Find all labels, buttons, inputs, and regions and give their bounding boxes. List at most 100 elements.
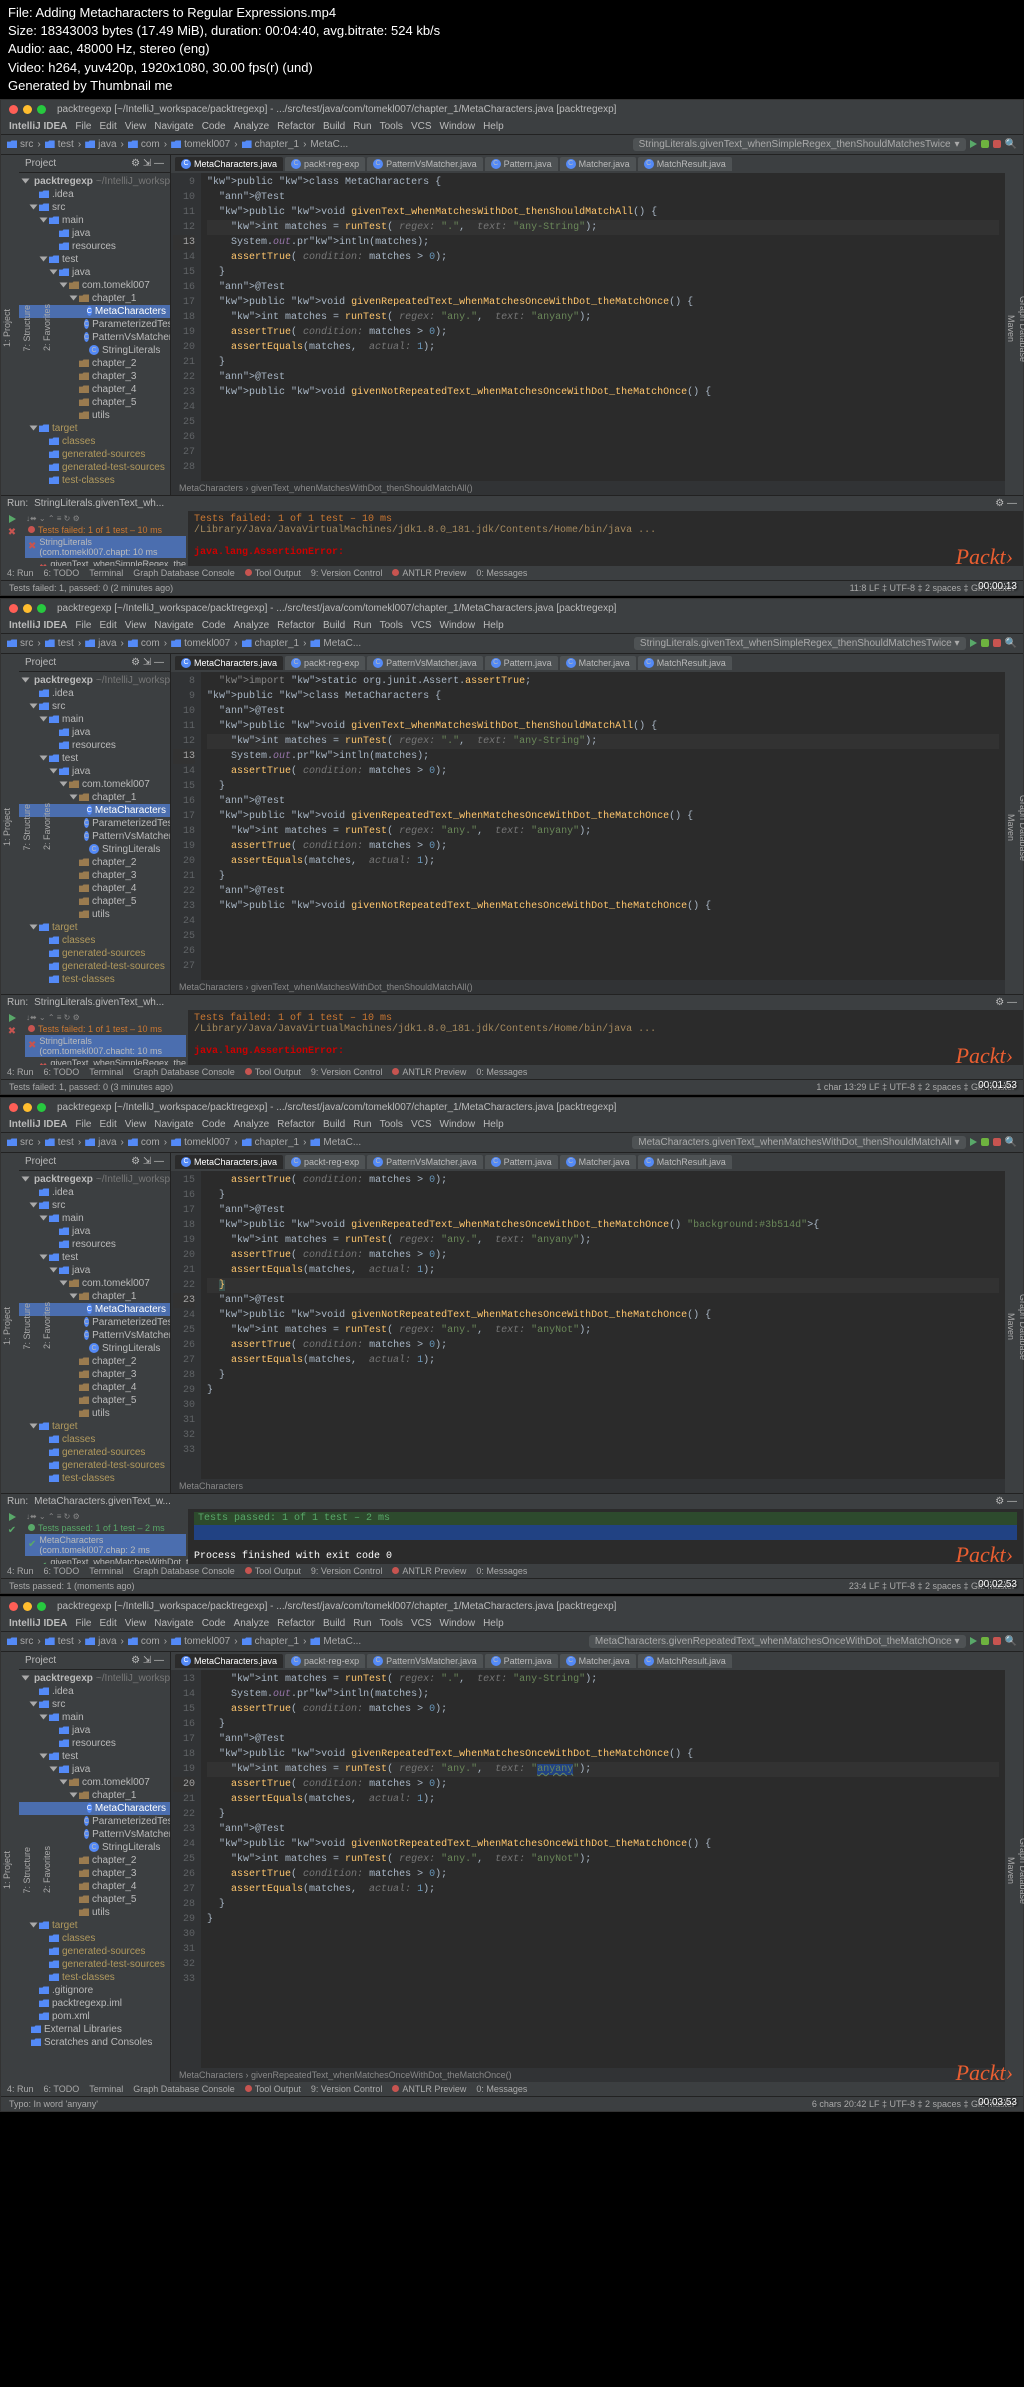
- menu-item[interactable]: View: [125, 1618, 147, 1629]
- bottom-tab[interactable]: 9: Version Control: [311, 1067, 383, 1077]
- bottom-tab[interactable]: Terminal: [89, 1067, 123, 1077]
- editor-tab[interactable]: CMatcher.java: [560, 157, 636, 171]
- tree-item[interactable]: main: [19, 214, 170, 227]
- tree-item[interactable]: resources: [19, 739, 170, 752]
- panel-settings-icon[interactable]: ⚙ ⇲ —: [131, 158, 164, 169]
- panel-settings-icon[interactable]: ⚙ —: [995, 997, 1017, 1008]
- menu-item[interactable]: Run: [353, 1618, 371, 1629]
- panel-settings-icon[interactable]: ⚙ —: [995, 1496, 1017, 1507]
- rerun-icon[interactable]: [9, 1513, 16, 1521]
- menu-item[interactable]: VCS: [411, 1119, 432, 1130]
- editor-tab[interactable]: Cpackt-reg-exp: [285, 1654, 365, 1668]
- tree-root[interactable]: packtregexp ~/IntelliJ_workspace/pac: [19, 175, 170, 188]
- tree-item[interactable]: utils: [19, 1906, 170, 1919]
- run-config-name[interactable]: MetaCharacters.givenText_w...: [34, 1496, 171, 1507]
- tree-item[interactable]: target: [19, 1420, 170, 1433]
- tree-item[interactable]: generated-test-sources: [19, 1958, 170, 1971]
- breadcrumb[interactable]: com: [128, 1636, 160, 1647]
- menu-item[interactable]: VCS: [411, 620, 432, 631]
- editor-tab[interactable]: CMatcher.java: [560, 1155, 636, 1169]
- maximize-window[interactable]: [37, 1103, 46, 1112]
- editor-tab[interactable]: CPattern.java: [485, 1155, 558, 1169]
- menu-item[interactable]: VCS: [411, 1618, 432, 1629]
- menu-refactor[interactable]: Refactor: [277, 121, 315, 132]
- graphdb-tool-tab[interactable]: Graph Database: [1017, 292, 1024, 366]
- breadcrumb[interactable]: test: [45, 1137, 74, 1148]
- tree-item[interactable]: resources: [19, 240, 170, 253]
- menu-item[interactable]: Refactor: [277, 1618, 315, 1629]
- structure-tool-tab[interactable]: 7: Structure: [21, 1843, 33, 1898]
- close-window[interactable]: [9, 604, 18, 613]
- tree-item[interactable]: Scratches and Consoles: [19, 2036, 170, 2049]
- menu-item[interactable]: Navigate: [154, 1618, 193, 1629]
- maven-tool-tab[interactable]: Maven: [1005, 810, 1017, 845]
- tree-root[interactable]: packtregexp ~/IntelliJ_workspace/pac: [19, 1672, 170, 1685]
- maven-tool-tab[interactable]: Maven: [1005, 1309, 1017, 1344]
- tree-item[interactable]: chapter_5: [19, 396, 170, 409]
- tree-item[interactable]: src: [19, 201, 170, 214]
- bottom-tab[interactable]: Tool Output: [245, 1566, 301, 1576]
- editor-breadcrumb[interactable]: MetaCharacters › givenRepeatedText_whenM…: [171, 2068, 1005, 2082]
- bottom-tab[interactable]: Terminal: [89, 2084, 123, 2094]
- maven-tool-tab[interactable]: Maven: [1005, 1853, 1017, 1888]
- search-icon[interactable]: 🔍: [1005, 1137, 1017, 1148]
- breadcrumb[interactable]: com: [128, 638, 160, 649]
- line-gutter[interactable]: 89101112131415161718192021222324252627: [171, 672, 201, 980]
- stop-button-icon[interactable]: [993, 140, 1001, 148]
- tree-item[interactable]: chapter_3: [19, 1368, 170, 1381]
- menu-item[interactable]: Edit: [99, 1119, 116, 1130]
- bottom-tab[interactable]: ANTLR Preview: [392, 1566, 466, 1576]
- menu-code[interactable]: Code: [202, 121, 226, 132]
- run-config-select[interactable]: StringLiterals.givenText_whenSimpleRegex…: [634, 637, 966, 650]
- test-case[interactable]: ✖ givenText_whenSimpleRegex_the 10 ms: [25, 1057, 186, 1065]
- tree-item[interactable]: java: [19, 1264, 170, 1277]
- breadcrumb[interactable]: src: [7, 1636, 33, 1647]
- structure-tool-tab[interactable]: 7: Structure: [21, 800, 33, 855]
- tree-item[interactable]: test-classes: [19, 1971, 170, 1984]
- tree-item[interactable]: .idea: [19, 1186, 170, 1199]
- tree-item[interactable]: .idea: [19, 1685, 170, 1698]
- menu-item[interactable]: Tools: [380, 1119, 403, 1130]
- structure-tool-tab[interactable]: 7: Structure: [21, 301, 33, 356]
- bottom-tab[interactable]: 4: Run: [7, 568, 34, 578]
- debug-button-icon[interactable]: [981, 1138, 989, 1146]
- rerun-icon[interactable]: [9, 1014, 16, 1022]
- editor-tab[interactable]: CMatcher.java: [560, 656, 636, 670]
- tree-item[interactable]: java: [19, 1763, 170, 1776]
- editor-tab[interactable]: CPattern.java: [485, 656, 558, 670]
- breadcrumb[interactable]: MetaC...: [310, 1636, 361, 1647]
- menu-run[interactable]: Run: [353, 121, 371, 132]
- menu-item[interactable]: Help: [483, 620, 504, 631]
- code-editor[interactable]: "kw">public "kw">class MetaCharacters { …: [201, 173, 1005, 481]
- test-case[interactable]: ✔ givenText_whenMatchesWithDot_t 2 ms: [25, 1556, 186, 1564]
- test-suite[interactable]: ✖ StringLiterals (com.tomekl007.chacht: …: [25, 1035, 186, 1057]
- editor-tab[interactable]: CMatchResult.java: [638, 656, 732, 670]
- breadcrumb[interactable]: java: [85, 139, 116, 150]
- editor-tab[interactable]: CMetaCharacters.java: [175, 1654, 283, 1668]
- menu-item[interactable]: Analyze: [234, 1618, 270, 1629]
- tree-item[interactable]: generated-test-sources: [19, 960, 170, 973]
- breadcrumb[interactable]: chapter_1: [242, 139, 299, 150]
- favorites-tool-tab[interactable]: 2: Favorites: [41, 1298, 53, 1353]
- menu-item[interactable]: View: [125, 1119, 147, 1130]
- bottom-tab[interactable]: 6: TODO: [44, 1566, 80, 1576]
- tree-item[interactable]: java: [19, 726, 170, 739]
- tree-item[interactable]: chapter_2: [19, 1355, 170, 1368]
- menu-item[interactable]: Help: [483, 1119, 504, 1130]
- menu-item[interactable]: Refactor: [277, 620, 315, 631]
- tree-item[interactable]: chapter_5: [19, 895, 170, 908]
- tree-item[interactable]: CMetaCharacters: [19, 1802, 170, 1815]
- test-case[interactable]: ✖ givenText_whenSimpleRegex_the 10 ms: [25, 558, 186, 566]
- menu-item[interactable]: Build: [323, 620, 345, 631]
- menu-item[interactable]: Navigate: [154, 620, 193, 631]
- tree-item[interactable]: test: [19, 1251, 170, 1264]
- editor-tab[interactable]: CMatchResult.java: [638, 1654, 732, 1668]
- tree-item[interactable]: src: [19, 1698, 170, 1711]
- bottom-tab[interactable]: 0: Messages: [476, 2084, 527, 2094]
- code-editor[interactable]: assertTrue( condition: matches > 0); } "…: [201, 1171, 1005, 1479]
- tree-item[interactable]: chapter_3: [19, 869, 170, 882]
- bottom-tab[interactable]: Graph Database Console: [133, 2084, 235, 2094]
- menu-item[interactable]: Window: [440, 1119, 476, 1130]
- menu-item[interactable]: Run: [353, 1119, 371, 1130]
- bottom-tab[interactable]: 4: Run: [7, 1566, 34, 1576]
